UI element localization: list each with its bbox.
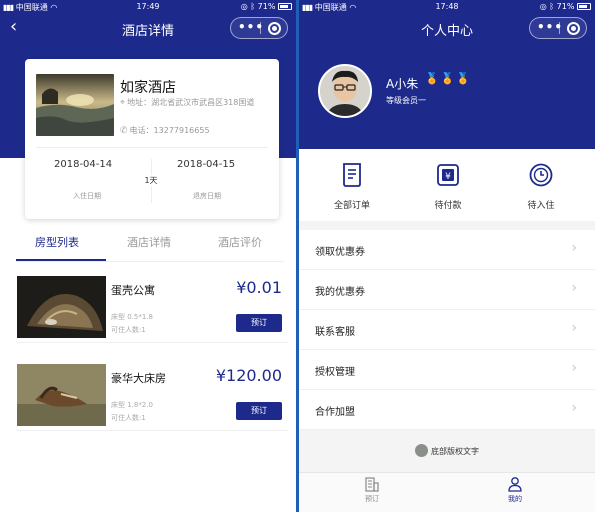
room-photo (17, 276, 106, 338)
hotel-photo (36, 74, 114, 136)
copyright-text: 底部版权文字 (431, 447, 479, 456)
checkout-date[interactable]: 2018-04-15 (177, 159, 235, 170)
tabbar-item-mine[interactable]: 我的 (490, 476, 540, 504)
hotel-detail-screen: ▮▮▮ 中国联通 ◠ 17:49 ◎ ᛒ 71% ‹ 酒店详情 ••• 如家酒店… (0, 0, 296, 512)
document-icon (343, 163, 361, 187)
footer-logo-icon (415, 444, 428, 457)
status-bar: ▮▮▮ 中国联通 ◠ 17:48 ◎ ᛒ 71% (299, 0, 595, 13)
room-photo (17, 364, 106, 426)
tab-hotel-review[interactable]: 酒店评价 (218, 234, 262, 250)
location-pin-icon: ⌖ (120, 98, 126, 108)
room-list-item: 蛋壳公寓 ¥0.01 床型 0.5*1.8 可住人数:1 预订 (16, 272, 288, 352)
mini-program-capsule: ••• (529, 17, 587, 39)
clock-icon (529, 163, 553, 187)
status-bar: ▮▮▮ 中国联通 ◠ 17:49 ◎ ᛒ 71% (0, 0, 296, 13)
order-shortcuts: 全部订单 ¥ 待付款 待入住 (299, 149, 595, 221)
menu-item-customer-service[interactable]: 联系客服 › (299, 310, 595, 350)
battery-icon (577, 3, 591, 10)
close-target-icon[interactable] (567, 22, 580, 35)
user-name: A小朱 (386, 77, 419, 91)
copyright-footer: 底部版权文字 (299, 430, 595, 472)
chevron-right-icon: › (571, 360, 577, 376)
active-tab-indicator (16, 259, 106, 261)
bottom-tab-bar: 预订 我的 (299, 472, 595, 512)
chevron-right-icon: › (571, 320, 577, 336)
nav-bar: 个人中心 ••• (299, 13, 595, 45)
menu-item-claim-coupon[interactable]: 领取优惠券 › (299, 230, 595, 270)
menu-item-authorization[interactable]: 授权管理 › (299, 350, 595, 390)
checkout-label: 退房日期 (193, 192, 221, 200)
avatar[interactable] (318, 64, 372, 118)
battery-icon (278, 3, 292, 10)
hotel-name: 如家酒店 (120, 80, 176, 96)
room-name: 蛋壳公寓 (111, 284, 155, 297)
pending-checkin-button[interactable]: 待入住 (506, 162, 576, 211)
checkin-label: 入住日期 (73, 192, 101, 200)
phone-number: 13277916655 (153, 126, 210, 135)
tabbar-item-booking[interactable]: 预订 (347, 476, 397, 504)
hotel-card: 如家酒店 ⌖ 地址：湖北省武汉市武昌区318国道 ✆ 电话：13277916655 … (25, 59, 279, 219)
bluetooth-icon: ᛒ (549, 2, 555, 11)
room-list-item: 豪华大床房 ¥120.00 床型 1.8*2.0 可住人数:1 预订 (16, 360, 288, 440)
close-target-icon[interactable] (268, 22, 281, 35)
mini-program-capsule: ••• (230, 17, 288, 39)
nav-bar: ‹ 酒店详情 ••• (0, 13, 296, 45)
book-button[interactable]: 预订 (236, 402, 282, 420)
medal-icon: 🏅🏅🏅 (425, 72, 473, 85)
location-icon: ◎ (240, 2, 248, 11)
room-bed-type: 床型 1.8*2.0 (111, 401, 153, 409)
hotel-address: ⌖ 地址：湖北省武汉市武昌区318国道 (120, 98, 255, 108)
chevron-right-icon: › (571, 400, 577, 416)
tab-room-list[interactable]: 房型列表 (35, 234, 79, 250)
room-name: 豪华大床房 (111, 372, 166, 385)
menu-item-partnership[interactable]: 合作加盟 › (299, 390, 595, 430)
room-bed-type: 床型 0.5*1.8 (111, 313, 153, 321)
building-icon (365, 477, 379, 492)
yuan-wallet-icon: ¥ (437, 164, 459, 186)
all-orders-button[interactable]: 全部订单 (317, 162, 387, 211)
room-capacity: 可住人数:1 (111, 326, 146, 334)
room-price: ¥0.01 (236, 278, 282, 297)
book-button[interactable]: 预订 (236, 314, 282, 332)
bluetooth-icon: ᛒ (250, 2, 256, 11)
room-capacity: 可住人数:1 (111, 414, 146, 422)
nights-count: 1天 (140, 175, 162, 186)
checkin-date[interactable]: 2018-04-14 (54, 159, 112, 170)
phone-icon: ✆ (120, 126, 128, 136)
svg-text:¥: ¥ (445, 172, 451, 182)
tab-hotel-detail[interactable]: 酒店详情 (127, 234, 171, 250)
location-icon: ◎ (539, 2, 547, 11)
chevron-right-icon: › (571, 240, 577, 256)
battery-percent: 71% (257, 2, 276, 11)
member-level: 等级会员一 (386, 96, 426, 105)
hotel-phone[interactable]: ✆ 电话：13277916655 (120, 125, 210, 136)
menu-item-my-coupons[interactable]: 我的优惠券 › (299, 270, 595, 310)
pending-payment-button[interactable]: ¥ 待付款 (413, 162, 483, 211)
personal-center-screen: ▮▮▮ 中国联通 ◠ 17:48 ◎ ᛒ 71% 个人中心 ••• A小朱 🏅🏅… (299, 0, 595, 512)
battery-percent: 71% (556, 2, 575, 11)
address-text: 湖北省武汉市武昌区318国道 (151, 98, 255, 107)
person-icon (508, 477, 522, 492)
chevron-right-icon: › (571, 280, 577, 296)
room-price: ¥120.00 (215, 366, 282, 385)
